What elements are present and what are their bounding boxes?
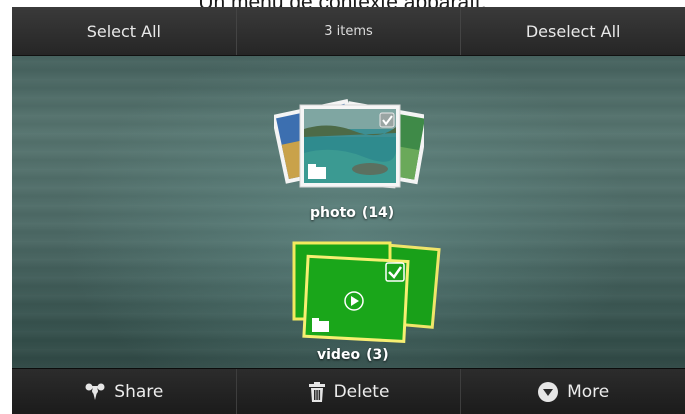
- deselect-all-button[interactable]: Deselect All: [461, 7, 685, 55]
- album-photo-count: (14): [361, 205, 395, 221]
- select-all-button[interactable]: Select All: [12, 7, 237, 55]
- delete-label: Delete: [333, 382, 390, 402]
- album-photo[interactable]: [271, 93, 430, 203]
- more-button[interactable]: More: [461, 369, 685, 414]
- gallery-screen: Select All 3 items Deselect All photo (1…: [12, 7, 685, 414]
- album-video[interactable]: [288, 233, 448, 348]
- selection-action-bar: Select All 3 items Deselect All: [12, 7, 685, 56]
- photo-stack-thumbnail: [271, 99, 430, 189]
- album-video-name: video: [317, 347, 361, 363]
- more-label: More: [567, 382, 610, 402]
- checkmark-icon: [379, 112, 395, 128]
- album-video-label: video (3): [317, 347, 389, 363]
- album-photo-label: photo (14): [310, 205, 394, 221]
- bottom-action-bar: Share Delete More: [12, 368, 685, 414]
- delete-button[interactable]: Delete: [237, 369, 462, 414]
- checkmark-icon: [385, 262, 405, 282]
- selected-count: 3 items: [237, 7, 462, 55]
- share-icon: [84, 382, 106, 402]
- video-stack-thumbnail: [292, 241, 441, 344]
- share-button[interactable]: Share: [12, 369, 237, 414]
- share-label: Share: [114, 382, 164, 402]
- more-icon: [537, 381, 559, 403]
- trash-icon: [308, 381, 326, 403]
- album-photo-name: photo: [310, 205, 356, 221]
- album-video-count: (3): [366, 347, 389, 363]
